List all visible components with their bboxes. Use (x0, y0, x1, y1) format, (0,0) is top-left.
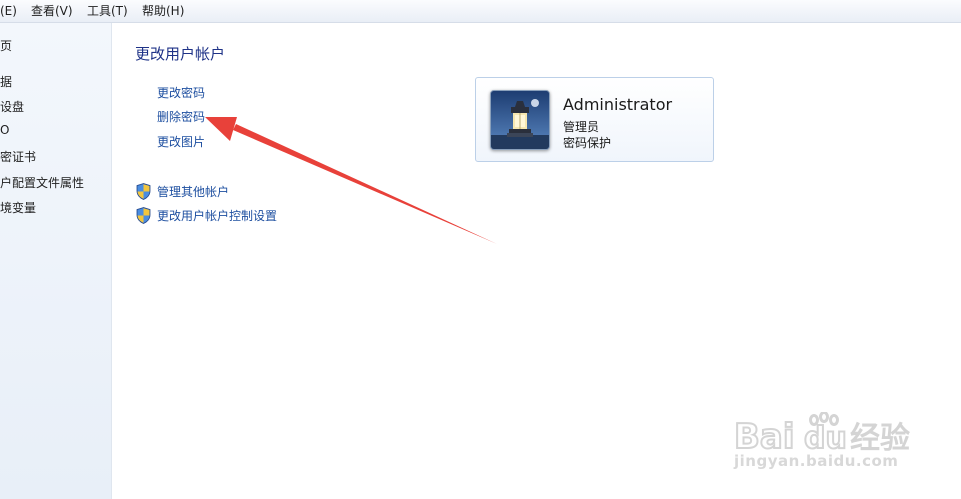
svg-text:du: du (804, 421, 847, 452)
change-password-link[interactable]: 更改密码 (157, 84, 205, 101)
manage-other-accounts-link[interactable]: 管理其他帐户 (157, 183, 229, 200)
left-item-certificates[interactable]: 密证书 (0, 148, 36, 165)
baidu-jingyan-watermark: Bai du 经验 jingyan.baidu.com (732, 392, 932, 487)
svg-text:Bai: Bai (734, 417, 795, 452)
left-item-profile-properties[interactable]: 户配置文件属性 (0, 174, 84, 191)
left-item-home[interactable]: 页 (0, 37, 12, 54)
change-picture-link[interactable]: 更改图片 (157, 133, 205, 150)
menu-tools[interactable]: 工具(T) (87, 0, 128, 22)
account-card: Administrator 管理员 密码保护 (475, 77, 714, 162)
user-avatar[interactable] (490, 90, 550, 150)
watermark-url: jingyan.baidu.com (734, 452, 899, 470)
menu-view[interactable]: 查看(V) (31, 0, 73, 22)
remove-password-link[interactable]: 删除密码 (157, 108, 205, 125)
left-item-env-variables[interactable]: 境变量 (0, 199, 36, 216)
uac-shield-icon (136, 207, 151, 224)
menu-help[interactable]: 帮助(H) (142, 0, 184, 22)
account-protection-status: 密码保护 (563, 136, 612, 150)
left-task-pane: 页 据 设盘 O 密证书 户配置文件属性 境变量 (0, 23, 112, 499)
account-name: Administrator (563, 95, 673, 114)
uac-shield-icon (136, 183, 151, 200)
svg-text:经验: 经验 (850, 421, 910, 452)
baidu-logo: Bai du 经验 (733, 412, 910, 452)
account-role: 管理员 (563, 120, 600, 134)
menu-edit[interactable]: (E) (0, 0, 17, 22)
page-title: 更改用户帐户 (135, 45, 226, 63)
left-item-data[interactable]: 据 (0, 73, 12, 90)
menu-bar: (E) 查看(V) 工具(T) 帮助(H) (0, 0, 961, 23)
lighthouse-picture (491, 91, 549, 149)
left-item-disk[interactable]: 设盘 (0, 98, 24, 115)
left-item-o[interactable]: O (0, 123, 9, 137)
change-uac-settings-link[interactable]: 更改用户帐户控制设置 (157, 207, 277, 224)
